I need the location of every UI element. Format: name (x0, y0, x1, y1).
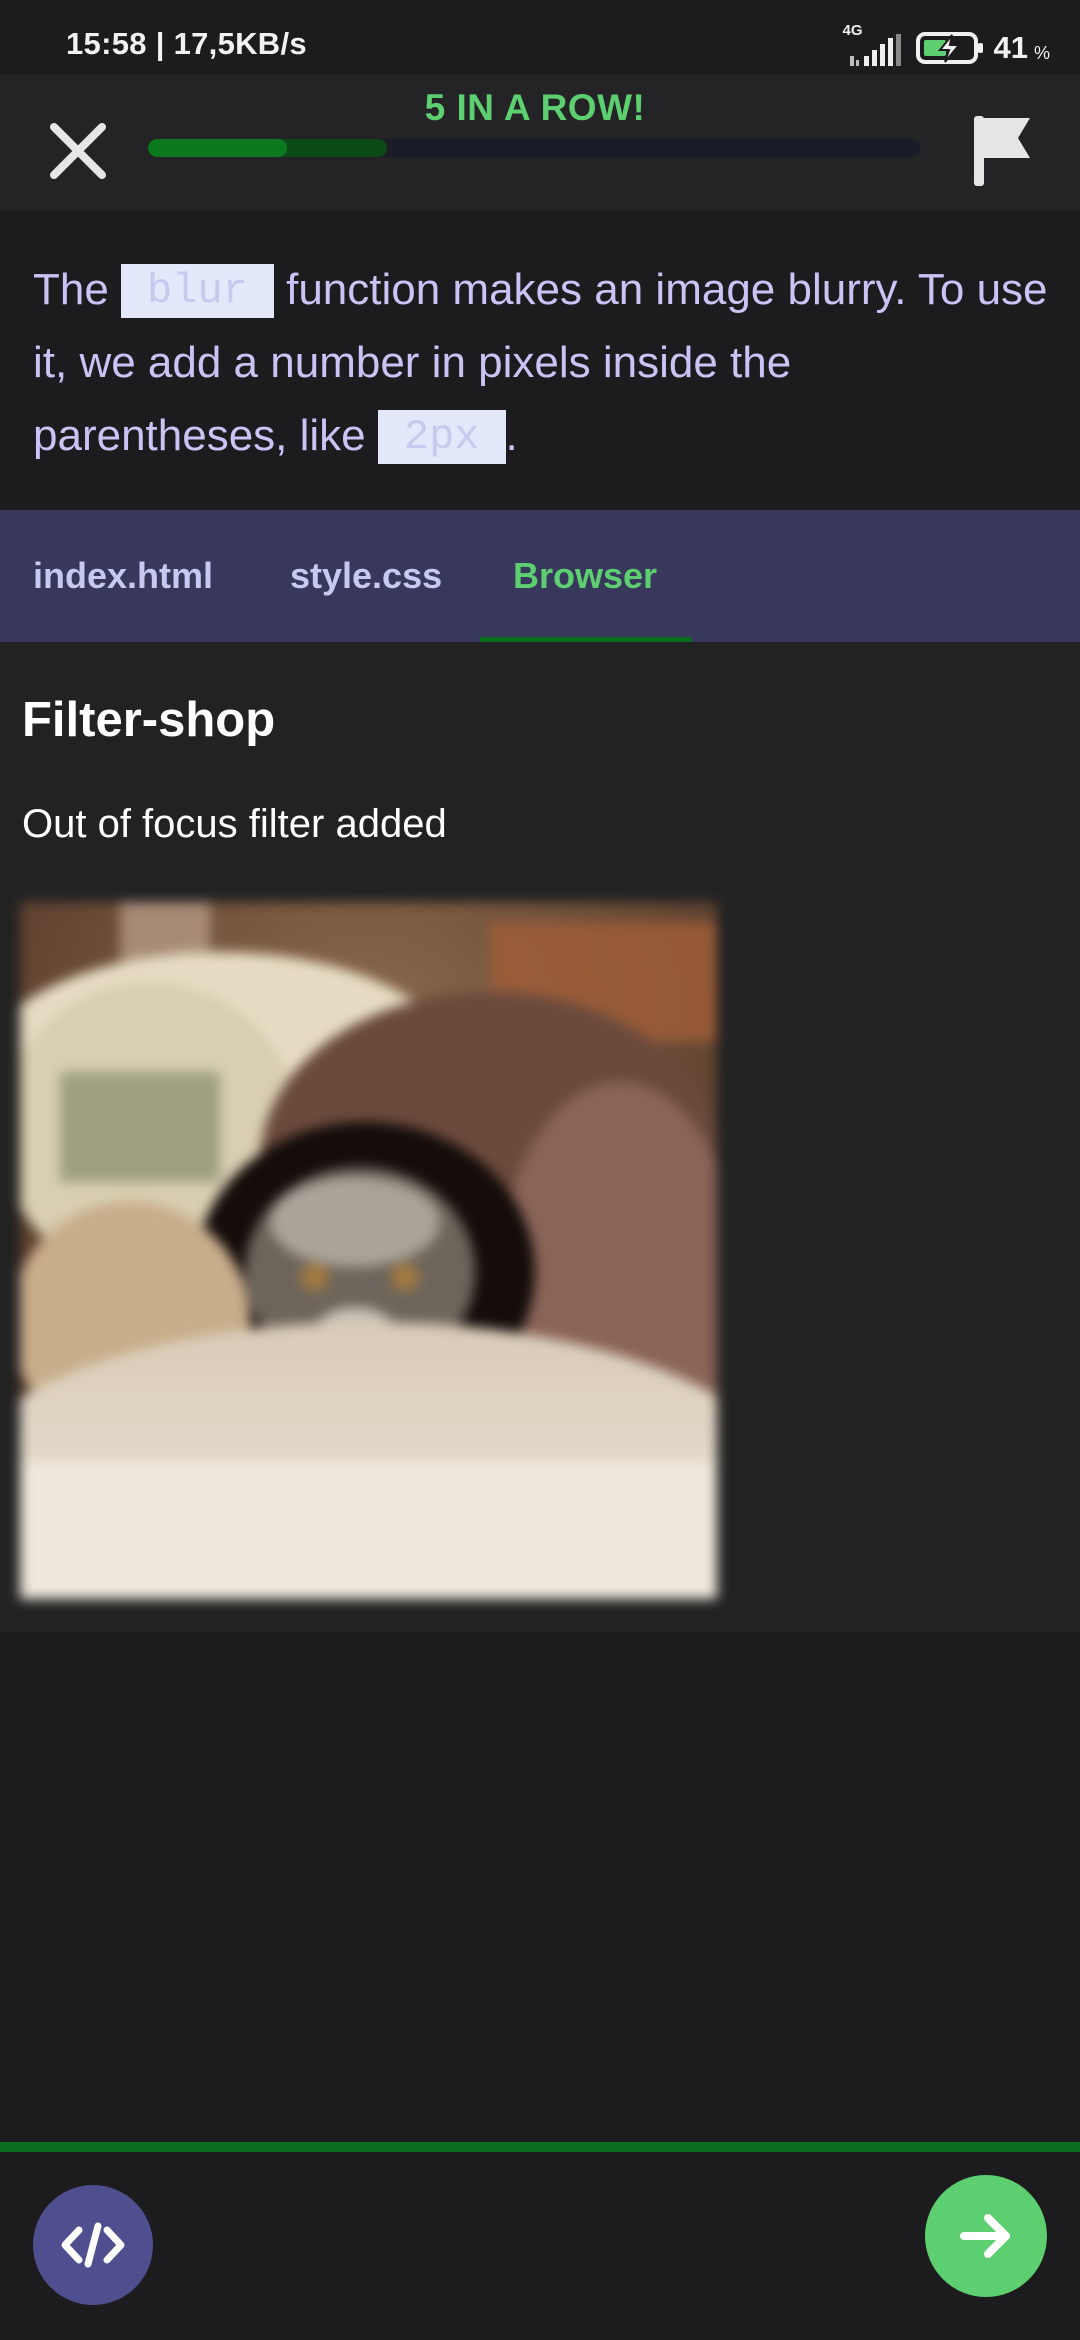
arrow-right-icon (960, 2214, 1010, 2258)
tab-browser[interactable]: Browser (513, 510, 657, 642)
battery-charging-icon (915, 31, 984, 65)
page-heading: Filter-shop (22, 693, 276, 747)
editor-tab-bar: index.html style.css Browser (0, 510, 1080, 642)
battery-unit: % (1033, 42, 1050, 63)
description-text-3: . (505, 411, 518, 460)
report-button[interactable] (970, 110, 1036, 190)
lesson-header: 5 IN A ROW! (0, 75, 1080, 210)
signal-icon: 4G (843, 22, 902, 70)
lesson-screen: 15:58 | 17,5KB/s 4G 41 % 5 IN A ROW! The… (0, 0, 1080, 2340)
status-time: 15:58 | 17,5KB/s (66, 26, 307, 61)
status-icons: 4G 41 % (843, 22, 1050, 70)
next-button[interactable] (925, 2175, 1047, 2297)
blurred-cat-image (0, 902, 790, 1662)
battery-percent: 41 (993, 30, 1028, 65)
code-icon (61, 2222, 125, 2268)
tab-index-html[interactable]: index.html (33, 510, 213, 642)
bottom-divider (0, 2142, 1080, 2152)
browser-preview: Filter-shop Out of focus filter added (0, 642, 1080, 1662)
lesson-description: The blur function makes an image blurry.… (33, 253, 1053, 472)
streak-label: 5 IN A ROW! (424, 87, 646, 128)
status-bar: 15:58 | 17,5KB/s 4G 41 % (0, 0, 1080, 75)
tab-style-css[interactable]: style.css (290, 510, 442, 642)
page-text: Out of focus filter added (22, 802, 447, 846)
description-text-1: The (33, 265, 122, 314)
progress-fill (148, 139, 287, 157)
code-snippet-2px: 2px (377, 410, 506, 464)
code-snippet-blur: blur (121, 264, 274, 318)
flag-icon (974, 116, 1030, 186)
lesson-progress-bar (148, 139, 920, 157)
view-code-button[interactable] (33, 2185, 153, 2305)
